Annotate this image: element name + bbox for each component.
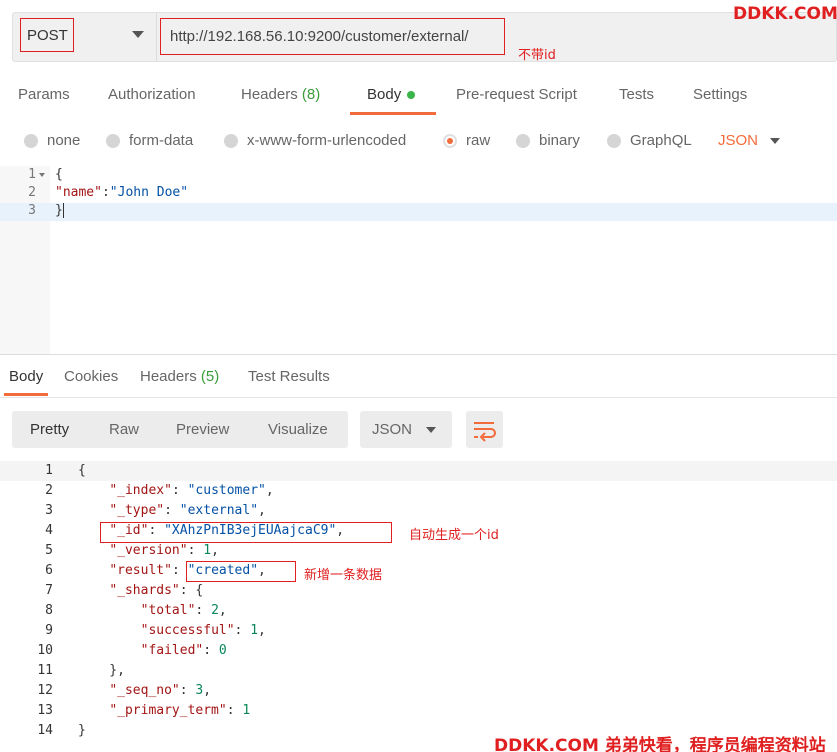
code-line: 6 "result": "created", xyxy=(45,563,266,578)
tab-body[interactable]: Body xyxy=(367,86,416,103)
editor-line: 1 { xyxy=(28,167,63,182)
body-language-select[interactable]: JSON xyxy=(718,132,758,149)
radio-raw[interactable]: raw xyxy=(443,132,490,149)
radio-x-www-form-urlencoded[interactable]: x-www-form-urlencoded xyxy=(224,132,406,149)
request-tabs: Params Authorization Headers (8) Body Pr… xyxy=(0,76,837,116)
code-line: 10 "failed": 0 xyxy=(37,643,227,658)
divider xyxy=(156,13,157,61)
radio-circle-icon xyxy=(516,133,530,148)
code-line: 5 "_version": 1, xyxy=(45,543,219,558)
code-line: 11 }, xyxy=(37,663,125,678)
url-input[interactable]: http://192.168.56.10:9200/customer/exter… xyxy=(170,28,469,45)
tab-authorization[interactable]: Authorization xyxy=(108,86,196,103)
tab-tests[interactable]: Tests xyxy=(619,86,654,103)
response-tab-cookies[interactable]: Cookies xyxy=(64,368,118,385)
request-body-editor[interactable]: 1 { 2 "name":"John Doe" 3 } xyxy=(0,166,837,354)
response-tab-body[interactable]: Body xyxy=(9,368,43,385)
watermark-bottom: DDKK.COM 弟弟快看，程序员编程资料站 xyxy=(494,736,826,752)
editor-line-active: 3 } xyxy=(0,203,837,221)
radio-graphql[interactable]: GraphQL xyxy=(607,132,692,149)
chevron-down-icon xyxy=(132,31,144,38)
radio-binary[interactable]: binary xyxy=(516,132,580,149)
watermark-top: DDKK.COM xyxy=(733,4,837,24)
text-cursor xyxy=(62,203,64,218)
created-annotation-note: 新增一条数据 xyxy=(304,568,383,583)
radio-circle-icon xyxy=(24,133,38,148)
format-raw[interactable]: Raw xyxy=(109,421,139,438)
chevron-down-icon xyxy=(426,427,436,433)
pane-divider[interactable] xyxy=(0,354,837,355)
active-tab-underline xyxy=(4,393,48,396)
active-tab-underline xyxy=(350,112,436,115)
editor-line: 2 "name":"John Doe" xyxy=(28,185,189,200)
id-annotation-box xyxy=(100,522,392,543)
format-pretty[interactable]: Pretty xyxy=(30,421,69,438)
code-line: 9 "successful": 1, xyxy=(45,623,266,638)
code-line: 7 "_shards": { xyxy=(45,583,204,598)
radio-circle-icon xyxy=(106,133,120,148)
id-annotation-note: 自动生成一个id xyxy=(409,528,499,543)
method-label: POST xyxy=(27,27,68,44)
active-dot-icon xyxy=(407,91,416,100)
wrap-lines-button[interactable] xyxy=(466,411,503,448)
tab-settings[interactable]: Settings xyxy=(693,86,747,103)
response-tab-test-results[interactable]: Test Results xyxy=(248,368,330,385)
method-select[interactable]: POST xyxy=(15,13,158,61)
tab-params[interactable]: Params xyxy=(18,86,70,103)
response-tabs: Body Cookies Headers (5) Test Results xyxy=(0,358,837,398)
wrap-lines-icon xyxy=(474,422,496,442)
tab-headers[interactable]: Headers (8) xyxy=(241,86,320,103)
chevron-down-icon[interactable] xyxy=(770,138,780,144)
format-preview[interactable]: Preview xyxy=(176,421,229,438)
response-body-viewer[interactable]: 1{ 2 "_index": "customer", 3 "_type": "e… xyxy=(0,461,837,752)
request-bar: POST http://192.168.56.10:9200/customer/… xyxy=(12,12,837,62)
radio-form-data[interactable]: form-data xyxy=(106,132,193,149)
code-line: 13 "_primary_term": 1 xyxy=(37,703,251,718)
code-line: 3 "_type": "external", xyxy=(45,503,266,518)
radio-selected-icon xyxy=(443,133,457,148)
code-line: 8 "total": 2, xyxy=(45,603,227,618)
body-type-options: none form-data x-www-form-urlencoded raw… xyxy=(0,124,837,160)
radio-none[interactable]: none xyxy=(24,132,80,149)
code-line: 2 "_index": "customer", xyxy=(45,483,274,498)
code-line: 12 "_seq_no": 3, xyxy=(37,683,212,698)
code-line: 1{ xyxy=(0,461,837,481)
response-tab-headers[interactable]: Headers (5) xyxy=(140,368,219,385)
tab-pre-request-script[interactable]: Pre-request Script xyxy=(456,86,577,103)
radio-circle-icon xyxy=(607,133,621,148)
response-format-toolbar: Pretty Raw Preview Visualize xyxy=(12,411,348,448)
radio-circle-icon xyxy=(224,133,238,148)
fold-arrow-icon[interactable] xyxy=(39,173,45,177)
url-note: 不带id xyxy=(518,48,556,63)
response-language-select[interactable]: JSON xyxy=(360,411,452,448)
format-visualize[interactable]: Visualize xyxy=(268,421,328,438)
created-annotation-box xyxy=(186,561,296,582)
